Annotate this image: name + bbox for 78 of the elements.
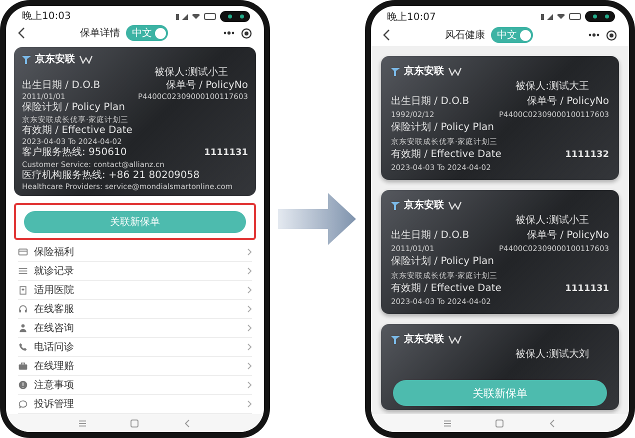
brand-logo-icon — [22, 54, 31, 64]
dob-label: 出生日期 / D.O.B — [391, 230, 470, 241]
brand-logo-icon — [391, 334, 400, 344]
menu-icon[interactable] — [442, 418, 452, 428]
insured-name: 被保人:测试小王 — [154, 67, 228, 78]
menu-item[interactable]: 就诊记录 — [18, 262, 252, 281]
policy-no-label: 保单号 / PolicyNo — [526, 96, 609, 107]
plan-label: 保险计划 / Policy Plan — [22, 102, 126, 114]
camera-cutout-drawing — [220, 10, 250, 22]
chevron-icon — [247, 381, 252, 389]
policy-no-label: 保单号 / PolicyNo — [526, 230, 609, 241]
menu-item[interactable]: 在线理赔 — [18, 357, 252, 376]
chevron-icon — [247, 305, 252, 313]
brand-name: 京东安联 — [35, 52, 75, 66]
brand-logo-icon — [391, 200, 400, 210]
back-icon[interactable] — [383, 29, 390, 41]
target-icon[interactable] — [606, 30, 617, 40]
target-icon[interactable] — [241, 28, 252, 38]
hotline-text: 客户服务热线: 950610 — [22, 147, 127, 158]
menu-item[interactable]: 保险福利 — [18, 243, 252, 262]
brand-logo-icon — [391, 66, 400, 76]
battery-icon — [204, 12, 216, 20]
list-icon — [18, 266, 28, 276]
provider-hotline-text: 医疗机构服务热线: +86 21 80209058 — [22, 170, 201, 181]
home-icon[interactable] — [130, 418, 140, 428]
effective-date-label: 有效期 / Effective Date — [391, 282, 502, 294]
wifi-icon — [192, 14, 200, 18]
info-icon — [18, 380, 28, 390]
chevron-icon — [247, 343, 252, 351]
more-icon[interactable] — [588, 33, 600, 37]
member-number: 1111132 — [565, 150, 609, 160]
brand-name: 京东安联 — [404, 64, 444, 78]
back-icon[interactable] — [18, 27, 25, 39]
building-icon — [18, 285, 28, 295]
insured-name: 被保人:测试大刘 — [516, 349, 589, 360]
wifi-icon — [557, 14, 565, 19]
menu-item[interactable]: 电话问诊 — [18, 338, 252, 357]
dob-label: 出生日期 / D.O.B — [391, 96, 470, 107]
plan-label: 保险计划 / Policy Plan — [391, 122, 495, 134]
battery-icon — [569, 13, 581, 20]
brand-name: 京东安联 — [404, 332, 444, 346]
status-time: 晚上10:07 — [387, 10, 436, 24]
person-icon — [18, 323, 28, 333]
dob-label: 出生日期 / D.O.B — [22, 80, 100, 91]
menu-item[interactable]: 注意事项 — [18, 376, 252, 395]
chevron-icon — [247, 400, 252, 408]
member-number: 1111131 — [204, 148, 248, 158]
phone-icon — [18, 342, 28, 352]
headset-icon — [18, 304, 28, 314]
card-icon — [18, 247, 28, 257]
briefcase-icon — [18, 361, 28, 371]
camera-cutout-drawing — [585, 11, 615, 22]
chevron-icon — [247, 324, 252, 332]
plan-label: 保险计划 / Policy Plan — [391, 256, 495, 268]
member-number: 1111131 — [565, 284, 609, 294]
page-title: 风石健康 — [445, 28, 485, 42]
policy-no-label: 保单号 / PolicyNo — [166, 80, 248, 91]
menu-icon[interactable] — [78, 418, 87, 428]
page-title: 保单详情 — [80, 26, 120, 40]
brand-name: 京东安联 — [404, 198, 444, 212]
menu-item[interactable]: 适用医院 — [18, 281, 252, 300]
signal-icon — [541, 13, 553, 20]
effective-date-label: 有效期 / Effective Date — [391, 148, 502, 160]
insured-name: 被保人:测试小王 — [516, 215, 589, 226]
chat-icon — [18, 399, 28, 409]
menu-item[interactable]: 在线客服 — [18, 300, 252, 319]
chevron-icon — [247, 248, 252, 256]
more-icon[interactable] — [223, 31, 235, 35]
chevron-icon — [247, 267, 252, 275]
status-time: 晚上10:03 — [22, 10, 71, 23]
signal-icon — [176, 12, 188, 20]
policy-card[interactable] — [14, 47, 256, 196]
chevron-icon — [247, 362, 252, 370]
chevron-icon — [247, 286, 252, 294]
home-icon[interactable] — [495, 418, 504, 428]
insured-name: 被保人:测试大王 — [516, 81, 589, 92]
effective-date-label: 有效期 / Effective Date — [22, 124, 132, 136]
menu-item[interactable]: 在线咨询 — [18, 319, 252, 338]
